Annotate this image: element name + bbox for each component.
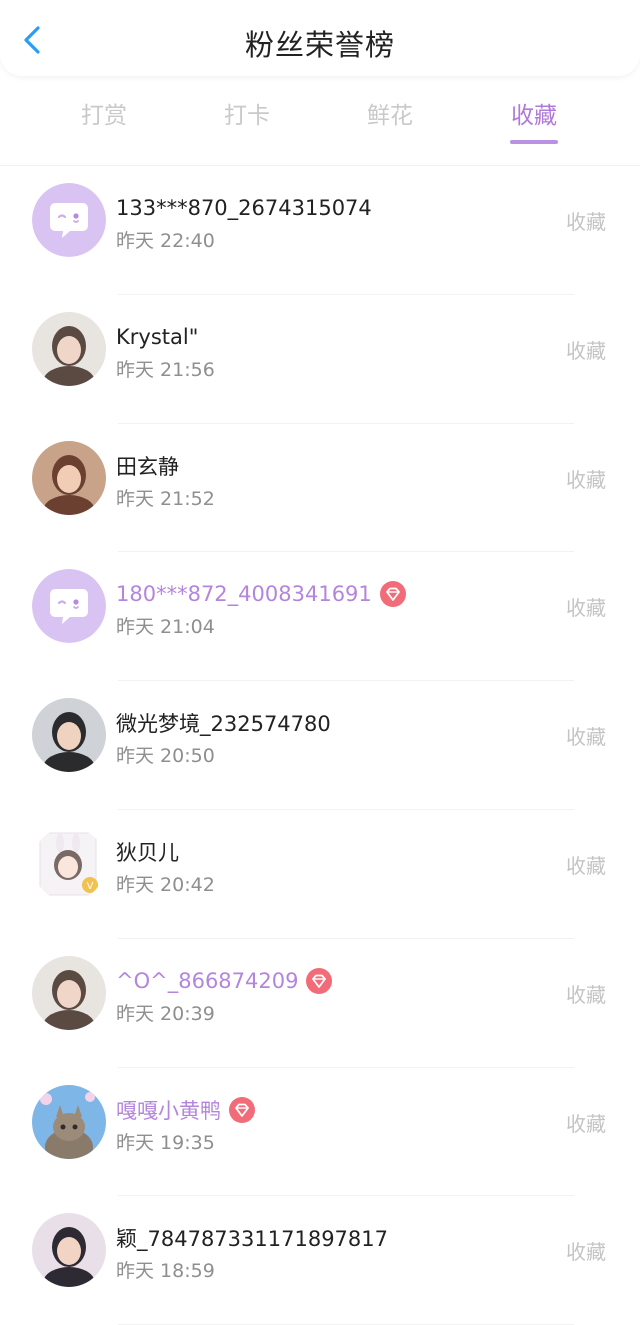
fan-row[interactable]: 颖_784787331171897817 昨天 18:59 收藏 [0, 1196, 640, 1325]
name-line: 180***872_4008341691 [116, 580, 406, 608]
fan-name: 微光梦境_232574780 [116, 712, 331, 737]
fan-name: 180***872_4008341691 [116, 582, 372, 607]
name-line: 133***870_2674315074 [116, 194, 372, 222]
favorite-label: 收藏 [566, 1240, 606, 1265]
fan-row[interactable]: 田玄静昨天 21:52 收藏 [0, 424, 640, 553]
avatar[interactable] [32, 569, 106, 644]
favorite-label: 收藏 [566, 210, 606, 234]
avatar[interactable] [32, 183, 106, 257]
tab-checkin[interactable]: 打卡 [192, 96, 302, 130]
favorite-label: 收藏 [566, 467, 606, 492]
avatar[interactable] [32, 1084, 106, 1159]
tab-flowers[interactable]: 鲜花 [335, 96, 445, 130]
fan-row[interactable]: Krystal" 昨天 21:56 收藏 [0, 295, 640, 424]
fan-name: 嘎嘎小黄鸭 [116, 1098, 221, 1123]
name-line: Krystal" [116, 323, 198, 351]
avatar[interactable] [32, 698, 106, 773]
fan-time: 昨天 20:42 [116, 873, 215, 896]
name-line: 颖_784787331171897817 [116, 1224, 388, 1252]
fan-list: 133***870_2674315074 昨天 22:40 收藏 Krystal" 昨… [0, 166, 640, 1325]
fan-time: 昨天 20:39 [116, 1002, 215, 1025]
name-line: 田玄静 [116, 452, 179, 480]
fan-row[interactable]: 微光梦境_232574780 昨天 20:50 收藏 [0, 681, 640, 810]
fan-row[interactable]: 嘎嘎小黄鸭 昨天 19:35 收藏 [0, 1068, 640, 1197]
fan-time: 昨天 21:56 [116, 358, 215, 381]
favorite-label: 收藏 [566, 982, 606, 1007]
fan-name: 颖_784787331171897817 [116, 1227, 388, 1252]
fan-time: 昨天 20:50 [116, 745, 215, 768]
fan-time: 昨天 18:59 [116, 1260, 215, 1283]
fan-name: ^O^_866874209 [116, 968, 299, 993]
favorite-label: 收藏 [566, 853, 606, 878]
favorite-label: 收藏 [566, 1111, 606, 1136]
avatar[interactable] [32, 311, 106, 386]
fan-time: 昨天 21:52 [116, 487, 215, 510]
vip-diamond-icon [306, 967, 333, 994]
name-line: 狄贝儿 [116, 838, 179, 866]
tab-bar: 打赏 打卡 鲜花 收藏 [0, 84, 640, 154]
fan-time: 昨天 19:35 [116, 1131, 215, 1154]
tab-favorites[interactable]: 收藏 [479, 96, 589, 130]
fan-name: 田玄静 [116, 454, 179, 479]
name-line: 微光梦境_232574780 [116, 709, 331, 737]
fan-name: Krystal" [116, 324, 199, 349]
page-title: 粉丝荣誉榜 [244, 28, 395, 62]
fan-row[interactable]: ^O^_866874209 昨天 20:39 收藏 [0, 939, 640, 1068]
fan-row[interactable]: V 狄贝儿昨天 20:42 收藏 [0, 810, 640, 939]
fan-row[interactable]: 180***872_4008341691 昨天 21:04 收藏 [0, 552, 640, 682]
header-bar: 粉丝荣誉榜 [0, 0, 640, 76]
avatar[interactable]: V [32, 826, 106, 901]
name-line: 嘎嘎小黄鸭 [116, 1096, 255, 1124]
favorite-label: 收藏 [566, 338, 606, 363]
vip-diamond-icon [229, 1096, 255, 1123]
avatar[interactable] [32, 440, 106, 515]
vip-diamond-icon [379, 581, 406, 608]
favorite-label: 收藏 [566, 596, 606, 621]
active-tab-indicator [510, 140, 558, 144]
name-line: ^O^_866874209 [116, 967, 333, 995]
avatar[interactable] [32, 955, 106, 1030]
fan-name: 133***870_2674315074 [116, 196, 372, 220]
fan-time: 昨天 22:40 [116, 230, 215, 252]
fan-time: 昨天 21:04 [116, 616, 215, 639]
favorite-label: 收藏 [566, 725, 606, 750]
svg-text:V: V [87, 881, 94, 892]
avatar[interactable] [32, 1213, 106, 1288]
fan-row[interactable]: 133***870_2674315074 昨天 22:40 收藏 [0, 166, 640, 295]
tab-reward[interactable]: 打赏 [49, 96, 159, 130]
fan-name: 狄贝儿 [116, 840, 179, 865]
